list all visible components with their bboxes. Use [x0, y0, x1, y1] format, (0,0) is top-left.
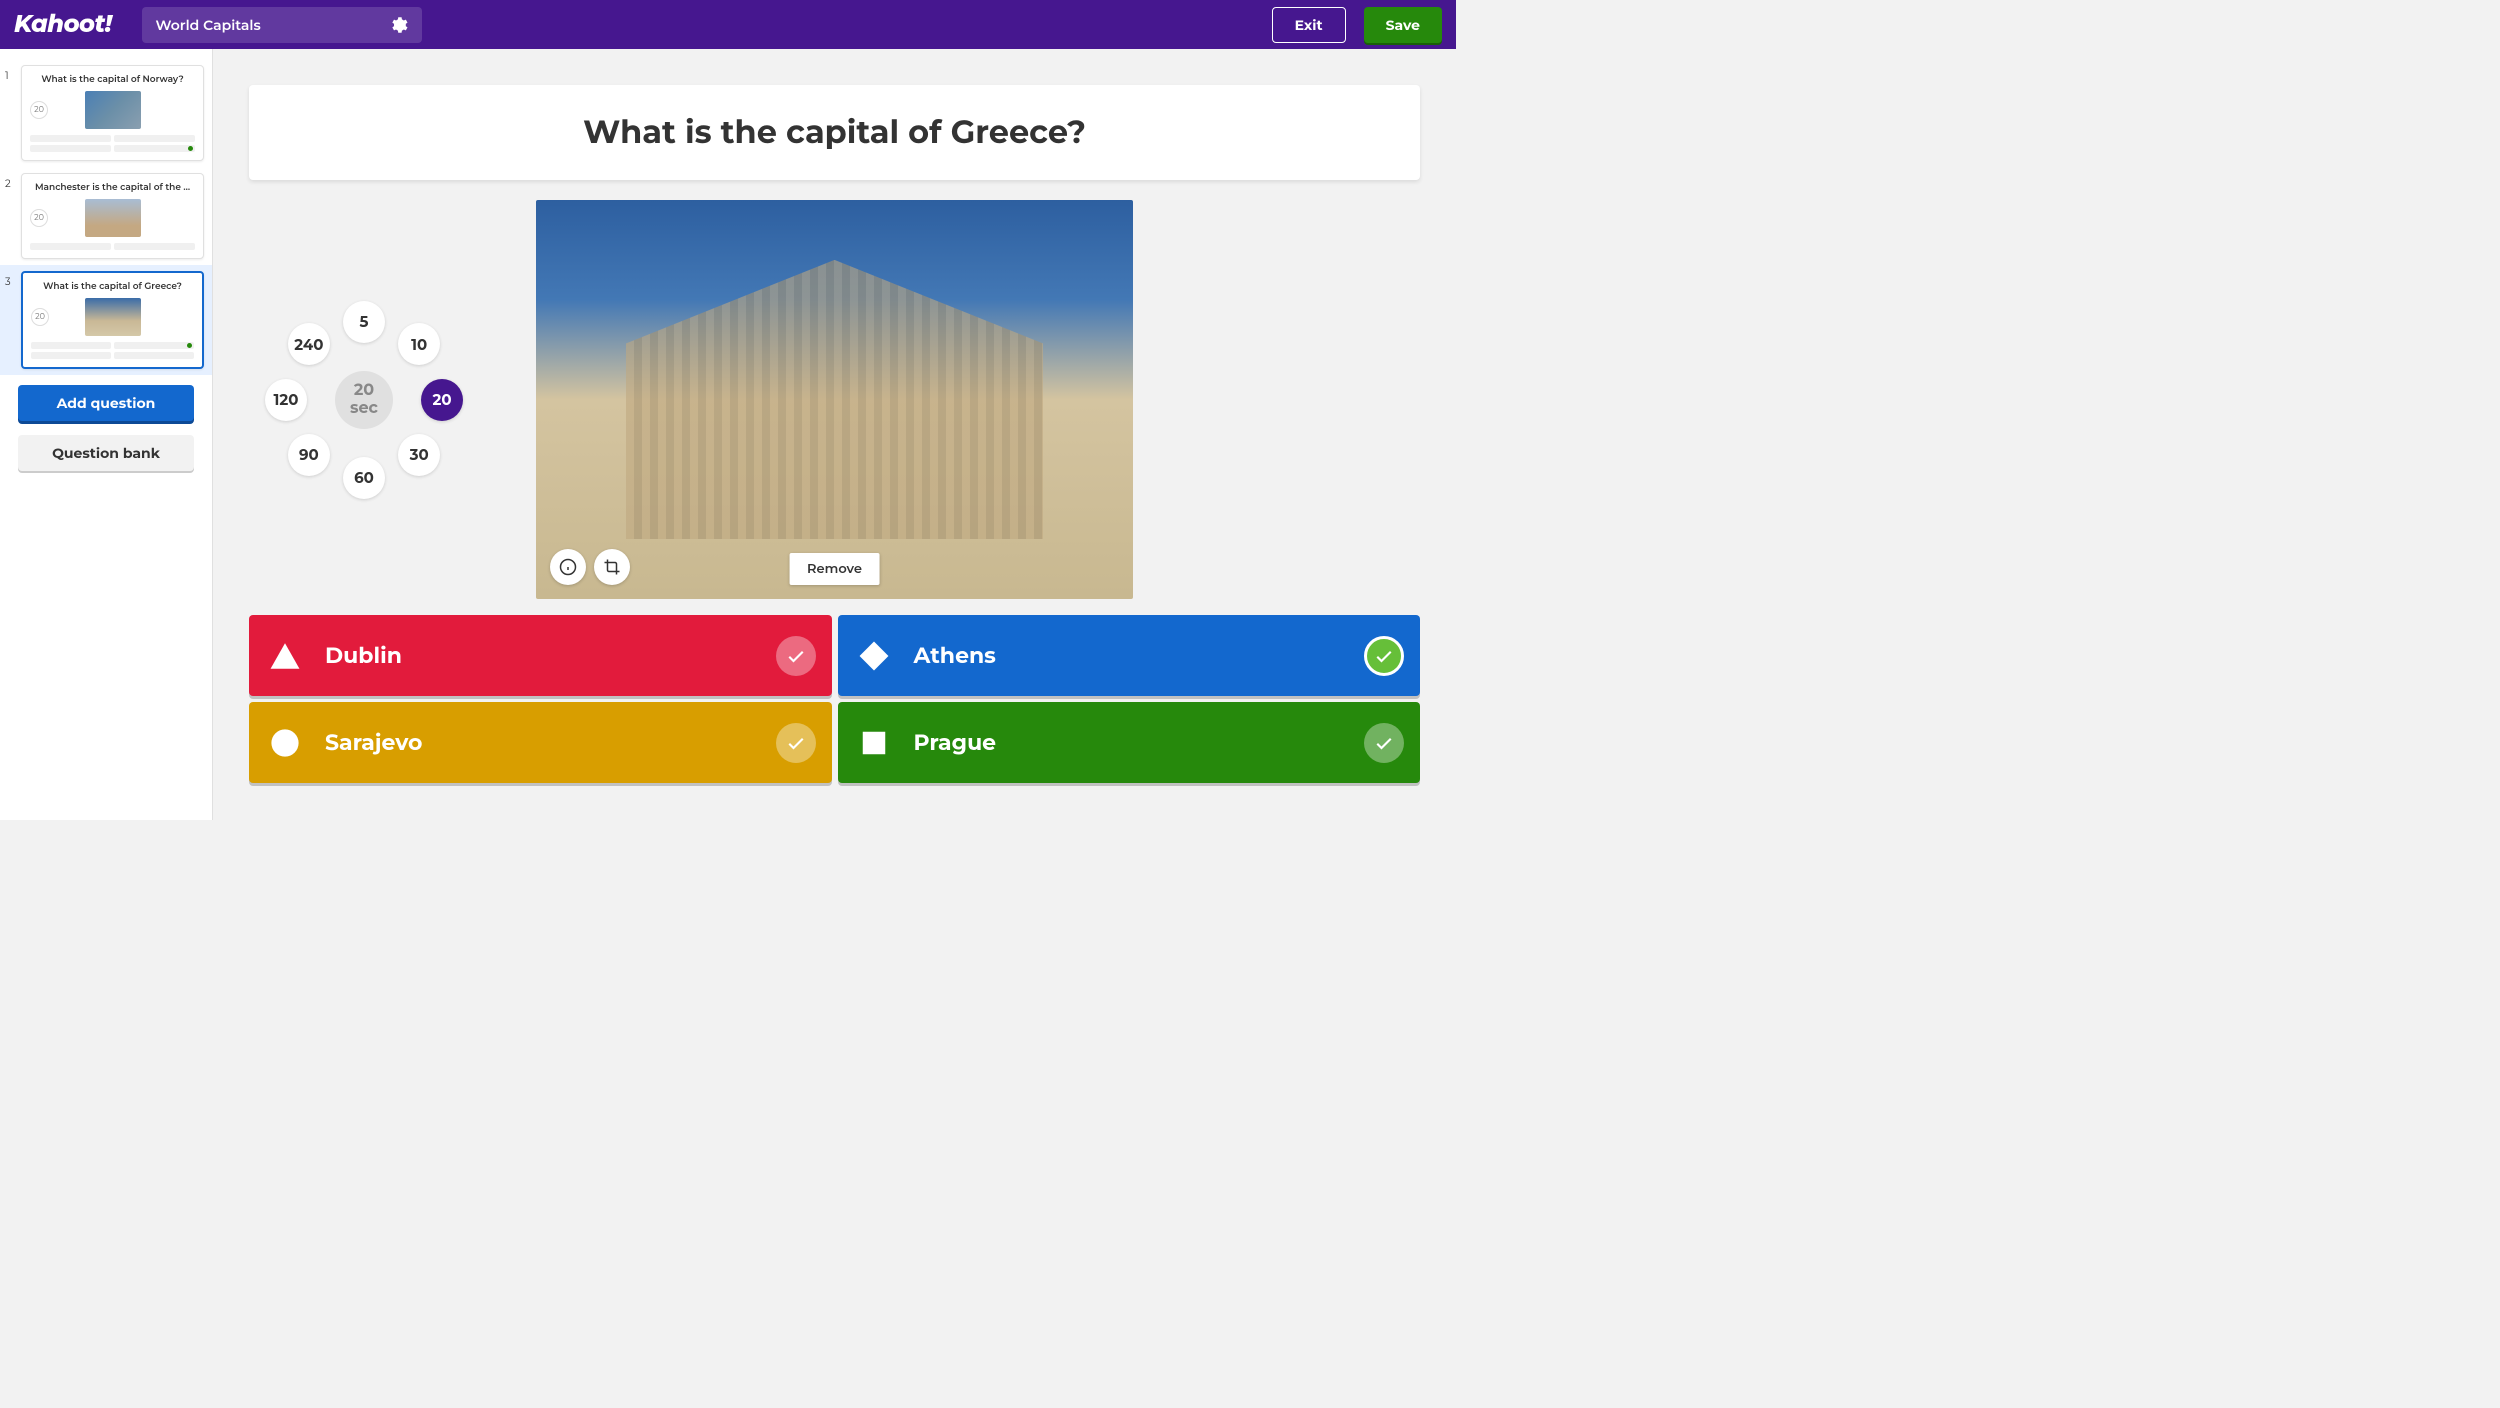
answer-3[interactable]: Prague [838, 702, 1421, 783]
thumb-time: 20 [30, 209, 48, 227]
thumb-card: What is the capital of Norway? 20 [21, 65, 204, 161]
timer-option-30[interactable]: 30 [398, 434, 440, 476]
thumb-answers [30, 135, 195, 152]
thumb-image [85, 199, 141, 237]
thumb-answer [30, 243, 111, 250]
slide-thumb-3[interactable]: 3 What is the capital of Greece? 20 [0, 265, 212, 375]
answer-correct-toggle[interactable] [776, 723, 816, 763]
thumb-answer [114, 243, 195, 250]
answer-1[interactable]: Athens [838, 615, 1421, 696]
circle-icon [265, 723, 305, 763]
thumb-answer [114, 342, 194, 349]
answer-0[interactable]: Dublin [249, 615, 832, 696]
answer-text[interactable]: Prague [914, 729, 1345, 756]
timer-option-90[interactable]: 90 [288, 434, 330, 476]
timer-option-5[interactable]: 5 [343, 301, 385, 343]
answer-text[interactable]: Dublin [325, 642, 756, 669]
timer-option-10[interactable]: 10 [398, 323, 440, 365]
slide-thumb-1[interactable]: 1 What is the capital of Norway? 20 [0, 59, 212, 167]
timer-value: 20 [354, 382, 374, 400]
timer-option-240[interactable]: 240 [288, 323, 330, 365]
thumb-answer [31, 352, 111, 359]
thumb-card: What is the capital of Greece? 20 [21, 271, 204, 369]
thumb-answer [114, 145, 195, 152]
answer-text[interactable]: Athens [914, 642, 1345, 669]
thumb-answer [30, 135, 111, 142]
thumb-answer [114, 135, 195, 142]
square-icon [854, 723, 894, 763]
answer-correct-toggle[interactable] [1364, 636, 1404, 676]
sidebar: 1What is the capital of Norway?202Manche… [0, 49, 213, 820]
thumb-title: What is the capital of Norway? [30, 74, 195, 85]
timer-option-120[interactable]: 120 [265, 379, 307, 421]
question-bank-button[interactable]: Question bank [18, 435, 194, 471]
thumb-answer [114, 352, 194, 359]
thumb-answer [30, 145, 111, 152]
timer-unit: sec [350, 400, 378, 418]
answer-2[interactable]: Sarajevo [249, 702, 832, 783]
thumb-number: 2 [5, 173, 15, 259]
thumb-answers [31, 342, 194, 359]
thumb-number: 3 [5, 271, 15, 369]
exit-button[interactable]: Exit [1272, 7, 1346, 43]
thumb-title: Manchester is the capital of the ... [30, 182, 195, 193]
thumb-answers [30, 243, 195, 250]
diamond-icon [854, 636, 894, 676]
slide-thumb-2[interactable]: 2 Manchester is the capital of the ... 20 [0, 167, 212, 265]
gear-icon[interactable] [388, 15, 408, 35]
answer-text[interactable]: Sarajevo [325, 729, 756, 756]
thumb-card: Manchester is the capital of the ... 20 [21, 173, 204, 259]
thumb-title: What is the capital of Greece? [31, 281, 194, 292]
answer-correct-toggle[interactable] [1364, 723, 1404, 763]
image-info-button[interactable] [550, 549, 586, 585]
quiz-title: World Capitals [156, 16, 261, 34]
main-editor: What is the capital of Greece? 20 sec 51… [213, 49, 1456, 820]
timer-option-20[interactable]: 20 [421, 379, 463, 421]
save-button[interactable]: Save [1364, 7, 1442, 43]
thumb-time: 20 [31, 308, 49, 326]
question-input[interactable]: What is the capital of Greece? [249, 85, 1420, 180]
quiz-title-box[interactable]: World Capitals [142, 7, 422, 43]
thumb-answer [31, 342, 111, 349]
image-crop-button[interactable] [594, 549, 630, 585]
thumb-image [85, 91, 141, 129]
logo: Kahoot! [14, 10, 132, 39]
triangle-icon [265, 636, 305, 676]
answer-correct-toggle[interactable] [776, 636, 816, 676]
remove-image-button[interactable]: Remove [789, 553, 880, 585]
timer-option-60[interactable]: 60 [343, 457, 385, 499]
timer-center: 20 sec [335, 371, 393, 429]
thumb-number: 1 [5, 65, 15, 161]
thumb-image [85, 298, 141, 336]
header: Kahoot! World Capitals Exit Save [0, 0, 1456, 49]
question-image[interactable]: Remove [536, 200, 1133, 599]
add-question-button[interactable]: Add question [18, 385, 194, 421]
answers-grid: Dublin Athens Sarajevo Prague [249, 615, 1420, 783]
thumb-time: 20 [30, 101, 48, 119]
timer-wheel: 20 sec 5 10 20 30 60 90 120 240 [249, 285, 479, 515]
